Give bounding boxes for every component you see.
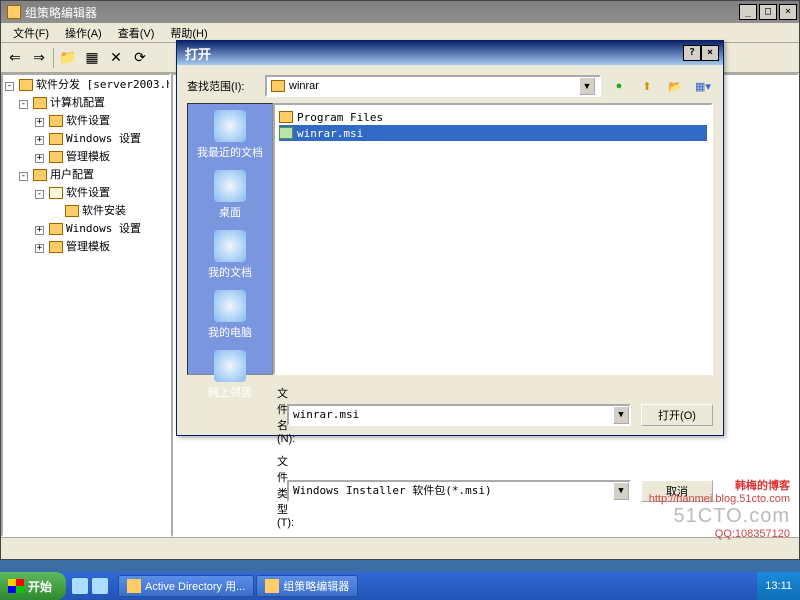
taskbar-task[interactable]: Active Directory 用... xyxy=(118,575,254,597)
folder-icon xyxy=(271,80,285,92)
system-tray[interactable]: 13:11 xyxy=(757,572,800,600)
lookin-value: winrar xyxy=(289,80,579,92)
folder-open-icon xyxy=(49,187,63,199)
up-one-level-icon[interactable]: ⬆ xyxy=(637,76,657,96)
filename-input[interactable]: winrar.msi ▼ xyxy=(287,404,631,426)
tree-item[interactable]: +软件设置 xyxy=(3,111,169,129)
new-folder-icon[interactable]: 📂 xyxy=(665,76,685,96)
tree-item[interactable]: -用户配置 xyxy=(3,165,169,183)
back-icon[interactable]: ⇐ xyxy=(5,48,25,68)
refresh-icon[interactable]: ⟳ xyxy=(130,48,150,68)
install-icon xyxy=(65,205,79,217)
props-icon[interactable]: ▦ xyxy=(82,48,102,68)
folder-icon xyxy=(49,115,63,127)
filename-label: 文件名(N): xyxy=(187,385,277,445)
place-item[interactable]: 我的文档 xyxy=(208,230,252,280)
open-button[interactable]: 打开(O) xyxy=(641,404,713,426)
back-nav-icon[interactable]: ● xyxy=(609,76,629,96)
menu-file[interactable]: 文件(F) xyxy=(5,23,57,43)
quick-launch xyxy=(66,578,114,594)
place-icon xyxy=(214,170,246,202)
up-icon[interactable]: 📁 xyxy=(58,48,78,68)
tree-item[interactable]: 软件安装 xyxy=(3,201,169,219)
folder-icon xyxy=(49,151,63,163)
tree-pane[interactable]: -软件分发 [server2003.hm-计算机配置+软件设置+Windows … xyxy=(1,73,171,537)
app-icon xyxy=(7,5,21,19)
place-icon xyxy=(214,290,246,322)
ie-icon[interactable] xyxy=(72,578,88,594)
tree-item[interactable]: -软件设置 xyxy=(3,183,169,201)
views-icon[interactable]: ▦▾ xyxy=(693,76,713,96)
root-icon xyxy=(19,79,33,91)
place-icon xyxy=(214,230,246,262)
filetype-label: 文件类型(T): xyxy=(187,453,277,529)
folder-icon xyxy=(49,133,63,145)
folder-icon xyxy=(49,223,63,235)
tree-item[interactable]: +管理模板 xyxy=(3,237,169,255)
help-button[interactable]: ? xyxy=(683,45,701,61)
msi-icon xyxy=(279,127,293,139)
tree-item[interactable]: +Windows 设置 xyxy=(3,219,169,237)
dialog-close-button[interactable]: × xyxy=(701,45,719,61)
chevron-down-icon[interactable]: ▼ xyxy=(613,482,629,500)
filetype-dropdown[interactable]: Windows Installer 软件包(*.msi) ▼ xyxy=(287,480,631,502)
chevron-down-icon[interactable]: ▼ xyxy=(579,77,595,95)
windows-flag-icon xyxy=(8,579,24,593)
delete-icon[interactable]: ✕ xyxy=(106,48,126,68)
start-button[interactable]: 开始 xyxy=(0,572,66,600)
close-button[interactable]: × xyxy=(779,4,797,20)
lookin-label: 查找范围(I): xyxy=(187,78,257,94)
minimize-button[interactable]: _ xyxy=(739,4,757,20)
tree-item[interactable]: +Windows 设置 xyxy=(3,129,169,147)
tree-item[interactable]: +管理模板 xyxy=(3,147,169,165)
user-icon xyxy=(33,169,47,181)
computer-icon xyxy=(33,97,47,109)
main-titlebar[interactable]: 组策略编辑器 _ □ × xyxy=(1,1,799,23)
menu-view[interactable]: 查看(V) xyxy=(110,23,163,43)
desktop-icon[interactable] xyxy=(92,578,108,594)
place-icon xyxy=(214,350,246,382)
folder-icon xyxy=(49,241,63,253)
place-icon xyxy=(214,110,246,142)
main-title: 组策略编辑器 xyxy=(25,4,739,21)
clock: 13:11 xyxy=(765,580,792,592)
watermark: 韩梅的博客 http://hanmei.blog.51cto.com 51CTO… xyxy=(649,477,790,540)
place-item[interactable]: 我的电脑 xyxy=(208,290,252,340)
task-icon xyxy=(265,579,279,593)
tree-item[interactable]: -计算机配置 xyxy=(3,93,169,111)
open-dialog: 打开 ? × 查找范围(I): winrar ▼ ● ⬆ 📂 ▦▾ 我最近的文档… xyxy=(176,40,724,436)
file-item[interactable]: Program Files xyxy=(279,109,707,125)
dialog-titlebar[interactable]: 打开 ? × xyxy=(177,41,723,65)
lookin-dropdown[interactable]: winrar ▼ xyxy=(265,75,601,97)
dialog-title: 打开 xyxy=(181,44,683,63)
places-bar: 我最近的文档桌面我的文档我的电脑网上邻居 xyxy=(187,103,273,375)
file-list[interactable]: Program Fileswinrar.msi xyxy=(273,103,713,375)
place-item[interactable]: 桌面 xyxy=(214,170,246,220)
taskbar: 开始 Active Directory 用...组策略编辑器 13:11 xyxy=(0,572,800,600)
tree-item[interactable]: -软件分发 [server2003.hm xyxy=(3,75,169,93)
task-icon xyxy=(127,579,141,593)
menu-action[interactable]: 操作(A) xyxy=(57,23,110,43)
forward-icon[interactable]: ⇒ xyxy=(29,48,49,68)
chevron-down-icon[interactable]: ▼ xyxy=(613,406,629,424)
file-item[interactable]: winrar.msi xyxy=(279,125,707,141)
folder-icon xyxy=(279,111,293,123)
taskbar-task[interactable]: 组策略编辑器 xyxy=(256,575,358,597)
maximize-button[interactable]: □ xyxy=(759,4,777,20)
place-item[interactable]: 我最近的文档 xyxy=(197,110,263,160)
